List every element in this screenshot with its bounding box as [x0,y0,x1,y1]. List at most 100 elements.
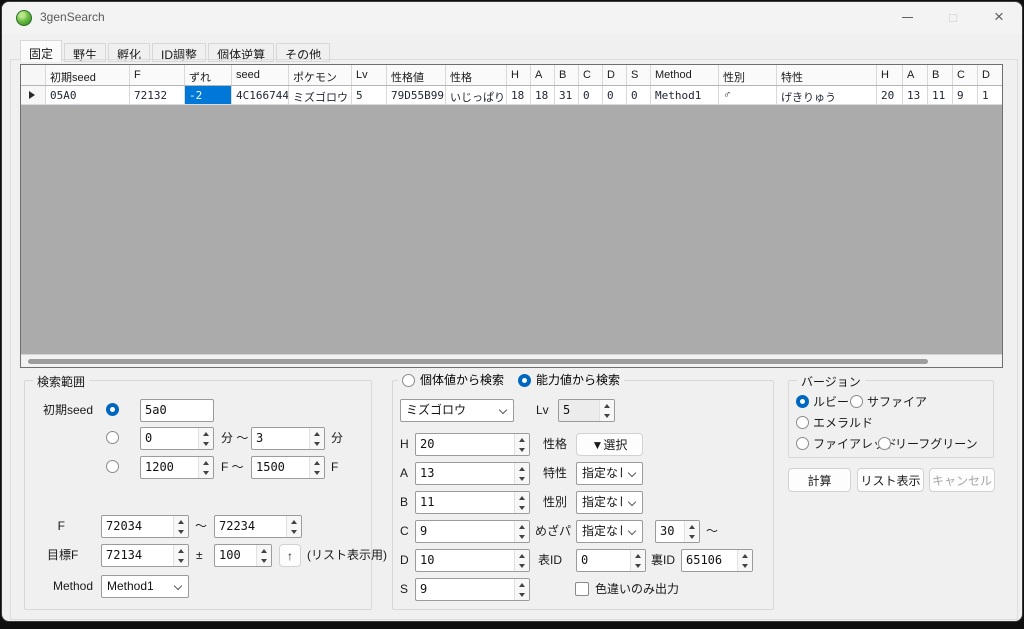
tolerance-spinner[interactable]: 100 [214,544,272,567]
col-ability[interactable]: 特性 [777,65,877,85]
close-button[interactable]: × [976,2,1022,32]
minutes-to-spinner[interactable]: 3 [251,427,325,450]
col-iv-h[interactable]: H [507,65,531,85]
cell-gender[interactable]: ♂ [719,86,777,104]
cell-initial-seed[interactable]: 05A0 [46,86,130,104]
cell-lv[interactable]: 5 [352,86,387,104]
col-iv-s[interactable]: S [627,65,651,85]
col-iv-a[interactable]: A [531,65,555,85]
spin-up-button[interactable] [515,434,529,445]
pokemon-dropdown[interactable]: ミズゴロウ [400,399,514,422]
version-sapphire-radio[interactable] [850,395,863,408]
minutes-from-spinner[interactable]: 0 [140,427,214,450]
col-lv[interactable]: Lv [352,65,387,85]
spin-up-button[interactable] [515,521,529,532]
cell-pokemon[interactable]: ミズゴロウ [289,86,352,104]
version-leafgreen-radio[interactable] [878,437,891,450]
cell-iv-c[interactable]: 0 [579,86,603,104]
col-method[interactable]: Method [651,65,719,85]
spin-up-button[interactable] [199,457,213,468]
col-stat-b[interactable]: B [928,65,953,85]
nature-select-button[interactable]: ▼選択 [576,433,643,456]
scrollbar-thumb[interactable] [28,359,928,364]
spin-down-button[interactable] [257,556,271,567]
col-pokemon[interactable]: ポケモン [289,65,352,85]
cell-stat-d[interactable]: 1 [978,86,1002,104]
stat-c-spinner[interactable]: 9 [415,520,530,543]
col-gender[interactable]: 性別 [719,65,777,85]
col-seed[interactable]: seed [232,65,289,85]
tid-spinner[interactable]: 0 [576,549,646,572]
spin-down-button[interactable] [515,474,529,485]
stat-s-spinner[interactable]: 9 [415,578,530,601]
method-dropdown[interactable]: Method1 [101,575,189,598]
spin-down-button[interactable] [287,527,301,538]
col-iv-b[interactable]: B [555,65,579,85]
spin-up-button[interactable] [515,550,529,561]
spin-down-button[interactable] [738,561,752,572]
cell-method[interactable]: Method1 [651,86,719,104]
cell-iv-s[interactable]: 0 [627,86,651,104]
cell-stat-a[interactable]: 13 [903,86,928,104]
spin-up-button[interactable] [257,545,271,556]
col-stat-h[interactable]: H [877,65,903,85]
spin-down-button[interactable] [310,468,324,479]
spin-up-button[interactable] [515,492,529,503]
spin-up-button[interactable] [685,521,699,532]
spin-up-button[interactable] [199,428,213,439]
gender-dropdown[interactable]: 指定なし [576,491,643,514]
minimize-button[interactable] [884,2,930,32]
lv-spinner[interactable]: 5 [558,399,615,422]
spin-down-button[interactable] [199,468,213,479]
col-stat-a[interactable]: A [903,65,928,85]
spin-down-button[interactable] [600,411,614,422]
row-header-cell[interactable] [21,86,46,104]
spin-down-button[interactable] [515,445,529,456]
spin-up-button[interactable] [310,457,324,468]
spin-up-button[interactable] [738,550,752,561]
cell-stat-h[interactable]: 20 [877,86,903,104]
ability-dropdown[interactable]: 指定なし [576,462,643,485]
initial-seed-radio[interactable] [106,403,119,416]
cell-stat-b[interactable]: 11 [928,86,953,104]
spin-up-button[interactable] [515,463,529,474]
list-view-button[interactable]: リスト表示 [857,468,924,492]
cell-seed[interactable]: 4C166744 [232,86,289,104]
cell-ability[interactable]: げきりゅう [777,86,877,104]
frame-to-spinner[interactable]: 1500 [251,456,325,479]
version-firered-radio[interactable] [796,437,809,450]
col-iv-d[interactable]: D [603,65,627,85]
frame-from-spinner[interactable]: 1200 [140,456,214,479]
col-f[interactable]: F [130,65,185,85]
search-by-iv-radio[interactable] [402,374,415,387]
initial-seed-input[interactable]: 5a0 [140,399,214,422]
title-bar[interactable]: 3genSearch □ × [2,2,1022,34]
up-arrow-button[interactable]: ↑ [279,544,301,567]
hidden-power-spinner[interactable]: 30 [655,520,700,543]
stat-h-spinner[interactable]: 20 [415,433,530,456]
spin-up-button[interactable] [310,428,324,439]
sid-spinner[interactable]: 65106 [681,549,753,572]
spin-up-button[interactable] [631,550,645,561]
cell-stat-c[interactable]: 9 [953,86,978,104]
spin-down-button[interactable] [174,527,188,538]
spin-down-button[interactable] [199,439,213,450]
spin-down-button[interactable] [631,561,645,572]
cell-nature[interactable]: いじっぱり [446,86,507,104]
version-ruby-radio[interactable] [796,395,809,408]
tab-kotei[interactable]: 固定 [20,40,62,62]
search-by-iv-option[interactable]: 個体値から検索 [402,372,504,389]
result-row[interactable]: 05A0 72132 -2 4C166744 ミズゴロウ 5 79D55B99 … [21,86,1002,105]
cell-iv-b[interactable]: 31 [555,86,579,104]
stat-b-spinner[interactable]: 11 [415,491,530,514]
col-stat-c[interactable]: C [953,65,978,85]
frame-range-radio[interactable] [106,460,119,473]
col-pid[interactable]: 性格値 [387,65,446,85]
minutes-range-radio[interactable] [106,431,119,444]
spin-down-button[interactable] [515,590,529,601]
horizontal-scrollbar[interactable] [21,354,1002,367]
spin-up-button[interactable] [287,516,301,527]
target-f-spinner[interactable]: 72134 [101,544,189,567]
spin-up-button[interactable] [174,516,188,527]
col-iv-c[interactable]: C [579,65,603,85]
